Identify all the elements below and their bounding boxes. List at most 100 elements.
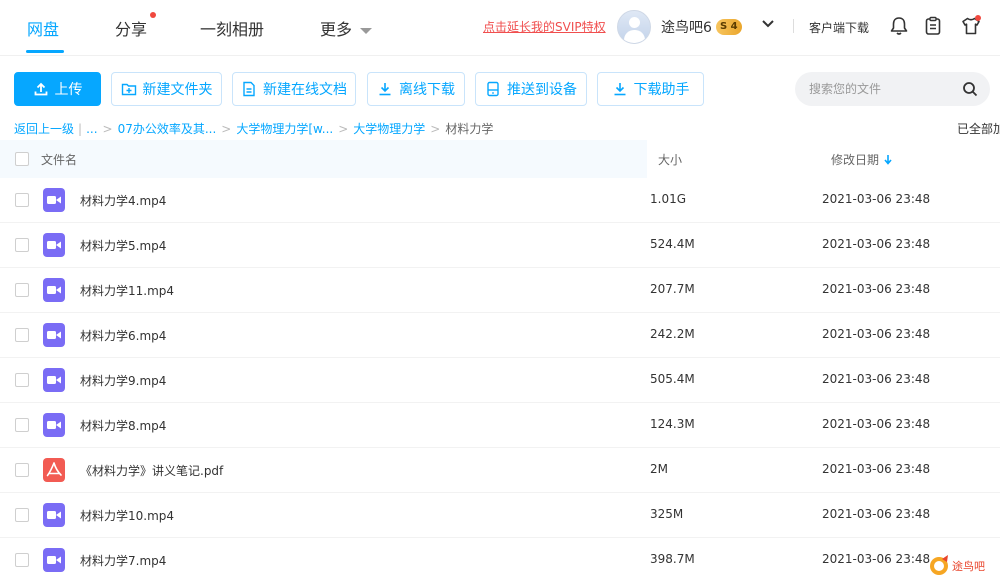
file-date: 2021-03-06 23:48 (822, 372, 931, 386)
breadcrumb-arrow: > (430, 121, 441, 136)
file-name[interactable]: 材料力学9.mp4 (80, 372, 166, 389)
table-row[interactable]: 材料力学6.mp4 242.2M 2021-03-06 23:48 (0, 313, 1000, 358)
name-column-header (0, 140, 647, 178)
breadcrumb-back[interactable]: 返回上一级 (14, 120, 74, 137)
file-name[interactable]: 材料力学4.mp4 (80, 192, 166, 209)
row-checkbox[interactable] (15, 373, 29, 387)
file-size: 398.7M (650, 552, 695, 566)
breadcrumb-item[interactable]: 大学物理力学 (353, 120, 425, 137)
row-checkbox[interactable] (15, 328, 29, 342)
download-helper-icon (614, 83, 625, 96)
search-input[interactable] (809, 72, 959, 106)
offline-download-button[interactable]: 离线下载 (367, 72, 465, 106)
svip-renew-link[interactable]: 点击延长我的SVIP特权 (483, 18, 606, 35)
file-name[interactable]: 材料力学8.mp4 (80, 417, 166, 434)
column-header-name[interactable]: 文件名 (41, 151, 77, 168)
file-date: 2021-03-06 23:48 (822, 417, 931, 431)
nav-tab-share[interactable]: 分享 (115, 16, 147, 40)
upload-button[interactable]: 上传 (14, 72, 101, 106)
watermark-text: 途鸟吧 (952, 559, 985, 573)
video-file-icon (43, 548, 65, 572)
file-name[interactable]: 《材料力学》讲义笔记.pdf (80, 462, 223, 479)
breadcrumb-ellipsis[interactable]: ... (86, 122, 97, 136)
file-name[interactable]: 材料力学6.mp4 (80, 327, 166, 344)
download-helper-button[interactable]: 下载助手 (597, 72, 704, 106)
client-download-link[interactable]: 客户端下载 (809, 19, 869, 36)
offline-download-label: 离线下载 (399, 82, 455, 98)
breadcrumb-arrow: > (102, 121, 113, 136)
table-header: 文件名 大小 修改日期 (0, 140, 1000, 178)
file-date: 2021-03-06 23:48 (822, 237, 931, 251)
watermark-logo: 途鸟吧 (930, 555, 985, 575)
nav-divider (793, 19, 794, 33)
file-size: 2M (650, 462, 668, 476)
breadcrumb-item[interactable]: 大学物理力学[w... (236, 120, 333, 137)
avatar[interactable] (617, 10, 651, 44)
table-row[interactable]: 材料力学9.mp4 505.4M 2021-03-06 23:48 (0, 358, 1000, 403)
file-size: 505.4M (650, 372, 695, 386)
breadcrumb-arrow: > (338, 121, 349, 136)
file-date: 2021-03-06 23:48 (822, 192, 931, 206)
row-checkbox[interactable] (15, 418, 29, 432)
file-name[interactable]: 材料力学7.mp4 (80, 552, 166, 569)
table-row[interactable]: 材料力学11.mp4 207.7M 2021-03-06 23:48 (0, 268, 1000, 313)
bell-icon[interactable] (888, 15, 910, 37)
video-file-icon (43, 413, 65, 437)
sort-desc-icon (884, 155, 892, 165)
download-icon (379, 83, 391, 96)
upload-button-label: 上传 (54, 82, 83, 98)
share-notification-dot (150, 12, 156, 18)
file-date: 2021-03-06 23:48 (822, 282, 931, 296)
nav-tab-more[interactable]: 更多 (320, 16, 373, 40)
row-checkbox[interactable] (15, 283, 29, 297)
nav-more-label: 更多 (320, 20, 353, 39)
top-nav: 网盘 分享 一刻相册 更多 点击延长我的SVIP特权 途鸟吧6 S 4 客户端下… (0, 0, 1000, 56)
file-size: 242.2M (650, 327, 695, 341)
file-name[interactable]: 材料力学5.mp4 (80, 237, 166, 254)
all-loaded-status: 已全部加载 (957, 122, 1000, 136)
breadcrumb-item[interactable]: 07办公效率及其... (118, 120, 217, 137)
table-row[interactable]: 材料力学7.mp4 398.7M 2021-03-06 23:48 (0, 538, 1000, 579)
breadcrumb-current: 材料力学 (445, 122, 494, 136)
row-checkbox[interactable] (15, 463, 29, 477)
new-online-doc-label: 新建在线文档 (263, 82, 347, 98)
row-checkbox[interactable] (15, 238, 29, 252)
video-file-icon (43, 503, 65, 527)
nav-tab-album[interactable]: 一刻相册 (200, 16, 264, 40)
row-checkbox[interactable] (15, 553, 29, 567)
search-icon[interactable] (962, 81, 978, 97)
clipboard-icon[interactable] (922, 15, 944, 37)
new-folder-button[interactable]: 新建文件夹 (111, 72, 222, 106)
username[interactable]: 途鸟吧6 (661, 17, 712, 37)
table-row[interactable]: 《材料力学》讲义笔记.pdf 2M 2021-03-06 23:48 (0, 448, 1000, 493)
column-header-date-label: 修改日期 (831, 153, 880, 167)
pdf-file-icon (43, 458, 65, 482)
row-checkbox[interactable] (15, 508, 29, 522)
chevron-down-icon[interactable] (761, 17, 775, 31)
table-row[interactable]: 材料力学8.mp4 124.3M 2021-03-06 23:48 (0, 403, 1000, 448)
push-to-device-label: 推送到设备 (507, 82, 577, 98)
select-all-checkbox[interactable] (15, 152, 29, 166)
table-row[interactable]: 材料力学10.mp4 325M 2021-03-06 23:48 (0, 493, 1000, 538)
file-size: 524.4M (650, 237, 695, 251)
push-to-device-button[interactable]: 推送到设备 (475, 72, 587, 106)
avatar-body (624, 30, 645, 43)
new-online-doc-button[interactable]: 新建在线文档 (232, 72, 356, 106)
table-row[interactable]: 材料力学4.mp4 1.01G 2021-03-06 23:48 (0, 178, 1000, 223)
video-file-icon (43, 323, 65, 347)
skin-notification-dot (975, 15, 981, 21)
vip-level-badge: S 4 (716, 19, 742, 35)
column-header-date[interactable]: 修改日期 (831, 151, 893, 168)
column-header-size[interactable]: 大小 (658, 151, 682, 168)
file-date: 2021-03-06 23:48 (822, 507, 931, 521)
table-row[interactable]: 材料力学5.mp4 524.4M 2021-03-06 23:48 (0, 223, 1000, 268)
file-name[interactable]: 材料力学10.mp4 (80, 507, 174, 524)
row-checkbox[interactable] (15, 193, 29, 207)
search-box (795, 72, 990, 106)
file-date: 2021-03-06 23:48 (822, 462, 931, 476)
nav-tab-netdisk[interactable]: 网盘 (27, 16, 59, 40)
caret-down-icon (360, 27, 373, 34)
video-file-icon (43, 188, 65, 212)
video-file-icon (43, 233, 65, 257)
file-name[interactable]: 材料力学11.mp4 (80, 282, 174, 299)
